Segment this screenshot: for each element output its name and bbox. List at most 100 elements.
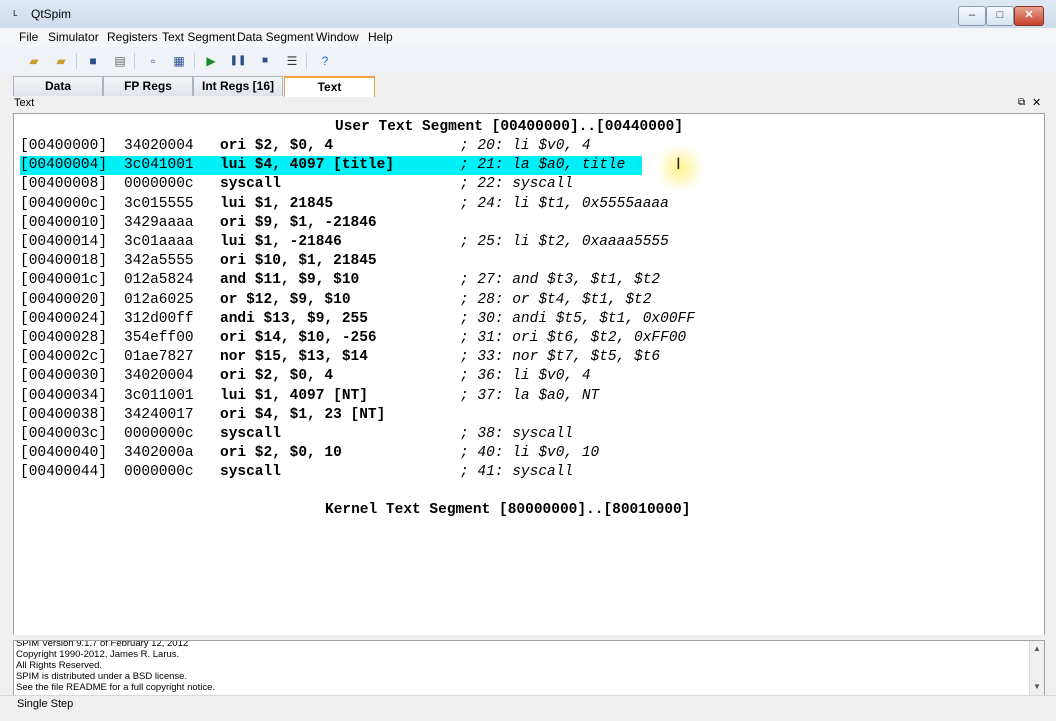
pause-icon[interactable]: ❚❚ [228,51,248,71]
instruction-text: lui $1, 4097 [NT] [220,387,368,404]
scroll-up-icon[interactable]: ▲ [1033,644,1041,653]
instruction-row[interactable]: [00400034] 3c011001 lui $1, 4097 [NT] ; 37:… [20,387,642,406]
print-icon[interactable]: ▤ [110,51,130,71]
status-bar: Single Step [0,695,1056,721]
tab-int-regs[interactable]: Int Regs [16] [193,76,283,96]
instruction-address: [00400028] [20,330,108,346]
text-cursor-icon: I [676,154,681,173]
instruction-row[interactable]: [0040003c] 0000000c syscall ; 38: syscall [20,425,642,444]
menu-registers[interactable]: Registers [107,30,158,44]
instruction-row[interactable]: [00400028] 354eff00 ori $14, $10, -256 ; 31… [20,329,686,348]
instruction-hex: 342a5555 [124,253,194,270]
menu-help[interactable]: Help [368,30,393,44]
instruction-address: [00400024] [20,310,108,327]
instruction-address: [0040000c] [20,195,108,212]
close-panel-icon[interactable]: ✕ [1032,96,1041,109]
window-title: QtSpim [31,7,72,21]
highlighted-instruction-row[interactable]: [00400004] 3c041001 lui $4, 4097 [title] ; … [20,156,642,176]
instruction-row[interactable]: [00400038] 34240017 ori $4, $1, 23 [NT] [20,406,642,425]
instruction-row[interactable]: [00400010] 3429aaaa ori $9, $1, -21846 [20,214,642,233]
instruction-row[interactable]: [00400044] 0000000c syscall ; 41: syscall [20,463,642,482]
instruction-row[interactable]: [0040000c] 3c015555 lui $1, 21845 ; 24: li … [20,195,669,214]
scroll-down-icon[interactable]: ▼ [1033,682,1041,691]
messages-scrollbar[interactable]: ▲ ▼ [1029,641,1044,695]
source-comment: ; 27: and $t3, $t1, $t2 [460,272,661,289]
instruction-row[interactable]: [00400030] 34020004 ori $2, $0, 4 ; 36: li … [20,367,642,386]
close-button[interactable]: ✕ [1014,6,1044,26]
instruction-text: lui $1, -21846 [220,234,342,250]
instruction-address: [00400044] [20,464,108,481]
help-icon[interactable]: ? [315,51,335,71]
open-folder-icon[interactable]: ▰ [24,51,44,71]
instruction-address: [00400020] [20,291,108,308]
instruction-text: ori $2, $0, 4 [220,138,334,154]
instruction-hex: 3c01aaaa [124,234,194,250]
title-bar: ʟ QtSpim – □ ✕ [0,0,1056,29]
instruction-text: or $12, $9, $10 [220,291,351,308]
instruction-row[interactable]: [0040001c] 012a5824 and $11, $9, $10 ; 27: … [20,271,660,290]
instruction-row[interactable]: [00400014] 3c01aaaa lui $1, -21846 ; 25: li… [20,233,669,252]
menu-bar: File Simulator Registers Text Segment Da… [0,28,1056,47]
panel-title: Text [14,97,35,109]
instruction-address: [0040003c] [20,426,108,442]
instruction-hex: 3429aaaa [124,214,194,231]
instruction-hex: 354eff00 [124,330,194,346]
text-segment-view[interactable]: User Text Segment [00400000]..[00440000]… [13,113,1045,637]
instruction-address: [00400034] [20,387,108,404]
save-icon[interactable]: ■ [83,51,103,71]
stop-icon[interactable]: ■ [255,51,275,71]
toolbar-separator [306,53,307,69]
instruction-row[interactable]: [00400040] 3402000a ori $2, $0, 10 ; 40: li… [20,444,642,463]
tab-text[interactable]: Text [284,76,375,97]
tab-bar: Data FP Regs Int Regs [16] Text [0,74,1056,97]
instruction-hex: 34240017 [124,406,194,423]
menu-file[interactable]: File [19,30,38,44]
messages-pane[interactable]: SPIM Version 9.1.7 of February 12, 2012 … [13,640,1045,696]
source-comment: ; 24: li $t1, 0x5555aaaa [460,195,669,212]
run-icon[interactable]: ▶ [201,51,221,71]
instruction-text: nor $15, $13, $14 [220,349,368,366]
instruction-row[interactable]: [00400020] 012a6025 or $12, $9, $10 ; 28: o… [20,291,651,310]
source-comment: ; 25: li $t2, 0xaaaa5555 [460,234,669,250]
message-line: SPIM Version 9.1.7 of February 12, 2012 [16,640,189,649]
instruction-row[interactable]: [00400024] 312d00ff andi $13, $9, 255 ; 30:… [20,310,695,329]
tab-data[interactable]: Data [13,76,103,96]
minimize-button[interactable]: – [958,6,986,26]
instruction-row[interactable]: [0040002c] 01ae7827 nor $15, $13, $14 ; 33:… [20,348,660,367]
source-comment: ; 41: syscall [460,464,574,481]
instruction-text: ori $4, $1, 23 [NT] [220,406,386,423]
instruction-text: ori $2, $0, 4 [220,368,334,385]
instruction-row[interactable]: [00400018] 342a5555 ori $10, $1, 21845 [20,252,642,271]
menu-text-segment[interactable]: Text Segment [162,30,235,44]
tab-fp-regs[interactable]: FP Regs [103,76,193,96]
kernel-text-segment-header: Kernel Text Segment [80000000]..[8001000… [325,502,691,518]
source-comment: ; 31: ori $t6, $t2, 0xFF00 [460,330,687,346]
instruction-hex: 3402000a [124,445,194,462]
clear-registers-icon[interactable]: ▫ [143,51,163,71]
reload-icon[interactable]: ▰ [51,51,71,71]
instruction-text: lui $1, 21845 [220,195,334,212]
source-comment: ; 21: la $a0, title [460,157,626,174]
instruction-text: ori $9, $1, -21846 [220,214,377,231]
menu-data-segment[interactable]: Data Segment [237,30,314,44]
instruction-text: ori $10, $1, 21845 [220,253,377,270]
maximize-button[interactable]: □ [986,6,1014,26]
source-comment: ; 28: or $t4, $t1, $t2 [460,291,652,308]
source-comment: ; 33: nor $t7, $t5, $t6 [460,349,661,366]
instruction-hex: 3c041001 [124,157,194,174]
menu-simulator[interactable]: Simulator [48,30,99,44]
toolbar-separator [134,53,135,69]
user-text-segment-header: User Text Segment [00400000]..[00440000] [335,119,684,135]
single-step-icon[interactable]: ☰ [282,51,302,71]
instruction-text: syscall [220,176,281,193]
instruction-hex: 3c011001 [124,387,194,404]
instruction-row[interactable]: [00400008] 0000000c syscall ; 22: syscall [20,175,642,194]
reinitialize-icon[interactable]: ▦ [169,51,189,71]
instruction-address: [0040001c] [20,272,108,289]
float-panel-icon[interactable]: ⧉ [1018,97,1025,108]
source-comment: ; 20: li $v0, 4 [460,138,591,154]
menu-window[interactable]: Window [316,30,359,44]
instruction-address: [00400004] [20,157,108,174]
instruction-row[interactable]: [00400000] 34020004 ori $2, $0, 4 ; 20: li … [20,137,642,156]
instruction-hex: 312d00ff [124,310,194,327]
